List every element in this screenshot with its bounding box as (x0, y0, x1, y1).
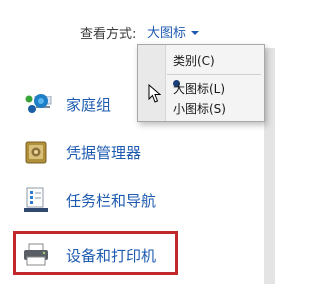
credential-manager-icon (22, 138, 50, 166)
scrollbar[interactable] (264, 48, 275, 284)
item-homegroup[interactable]: 家庭组 (22, 86, 111, 122)
menu-item-category-label: 类别(C) (173, 54, 215, 68)
menu-item-small-icons-label: 小图标(S) (173, 102, 226, 116)
view-dropdown[interactable]: 大图标 (147, 22, 200, 41)
menu-separator (167, 74, 261, 75)
view-dropdown-value: 大图标 (147, 26, 187, 41)
menu-item-large-icons-label: 大图标(L) (173, 82, 226, 96)
item-taskbar-navigation-label: 任务栏和导航 (66, 191, 157, 210)
chevron-down-icon (191, 30, 200, 35)
mouse-cursor-icon (148, 84, 162, 103)
view-toolbar: 查看方式: 大图标 (0, 0, 275, 48)
view-by-label: 查看方式: (80, 27, 137, 42)
item-credential-manager-label: 凭据管理器 (66, 143, 142, 162)
highlight-box (13, 231, 178, 275)
taskbar-icon (22, 186, 50, 214)
item-taskbar-navigation[interactable]: 任务栏和导航 (22, 182, 156, 218)
item-homegroup-label: 家庭组 (66, 95, 112, 114)
view-menu: 类别(C) 大图标(L) 小图标(S) (137, 44, 265, 122)
item-credential-manager[interactable]: 凭据管理器 (22, 134, 141, 170)
menu-item-category[interactable]: 类别(C) (138, 50, 264, 70)
homegroup-icon (22, 90, 50, 118)
